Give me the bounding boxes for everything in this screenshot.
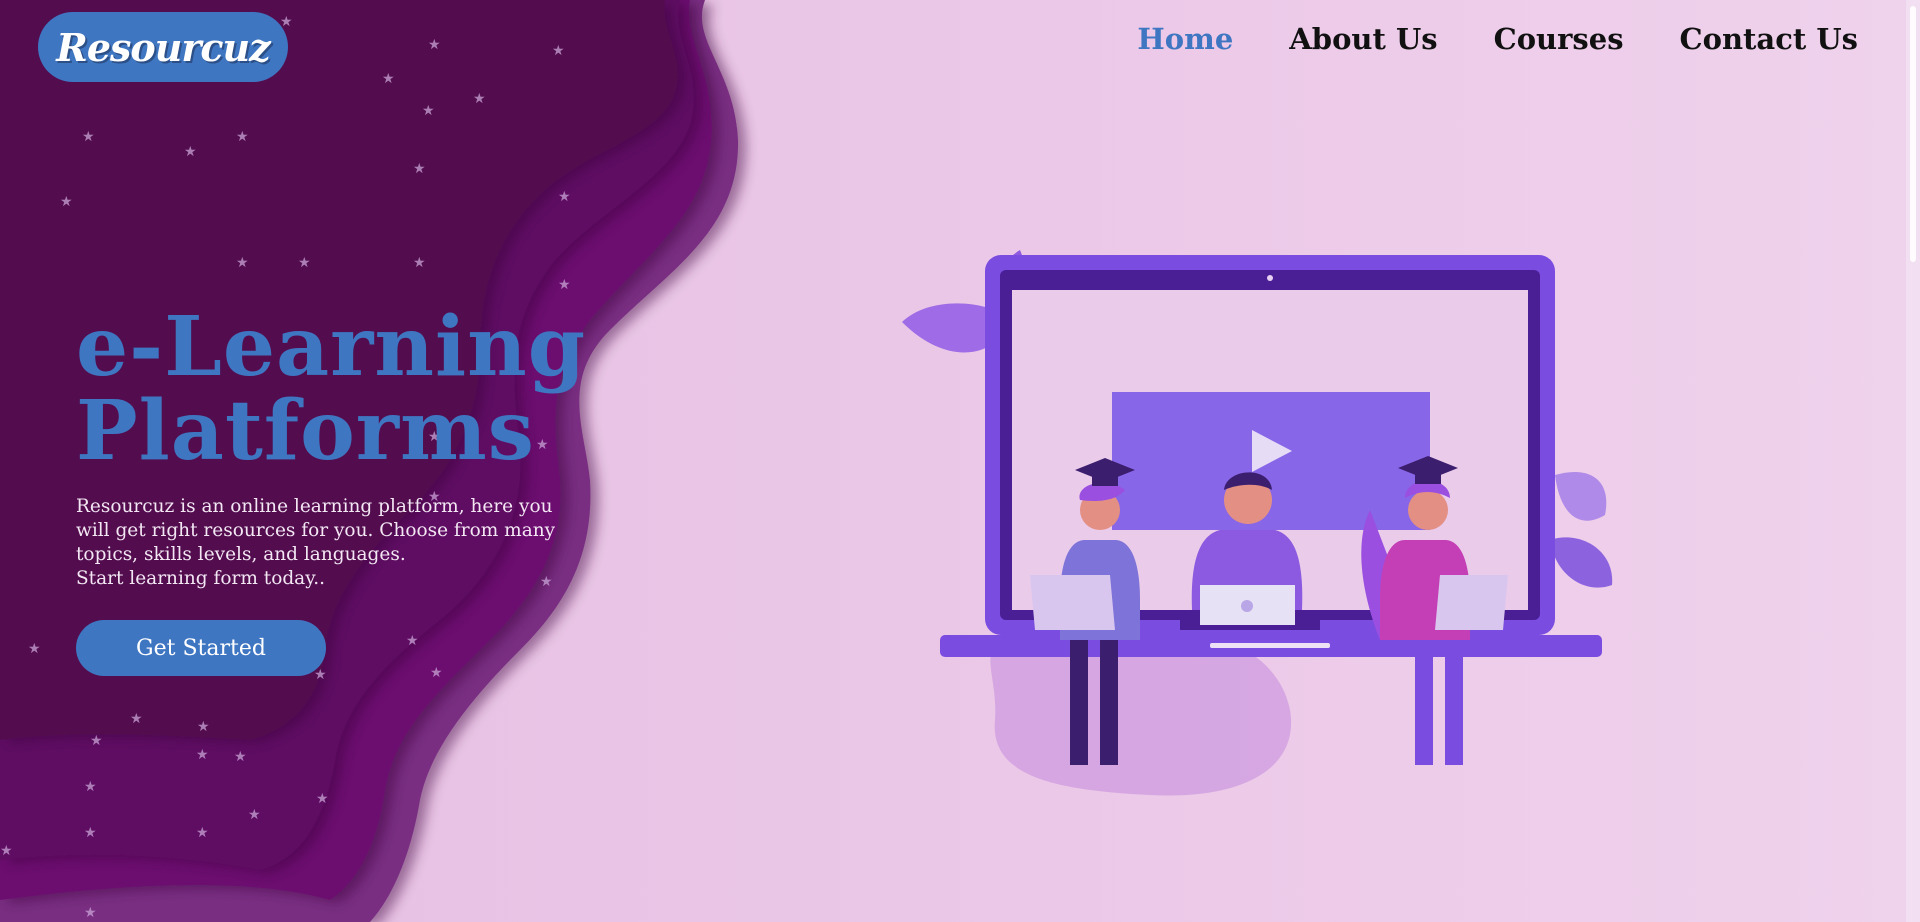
nav-item-courses[interactable]: Courses xyxy=(1494,22,1624,56)
brand-logo[interactable]: Resourcuz xyxy=(38,12,288,82)
main-nav: Home About Us Courses Contact Us xyxy=(1137,22,1858,56)
e-learning-illustration xyxy=(902,250,1613,796)
hero-description-line: topics, skills levels, and languages. xyxy=(76,544,406,565)
page-scrollbar[interactable] xyxy=(1906,0,1920,922)
leaf-right xyxy=(1550,471,1613,588)
nav-item-contact-us[interactable]: Contact Us xyxy=(1680,22,1858,56)
hero-description-line: will get right resources for you. Choose… xyxy=(76,520,556,541)
scrollbar-thumb[interactable] xyxy=(1910,6,1916,262)
hero-title: e-Learning Platforms xyxy=(76,305,596,473)
get-started-button[interactable]: Get Started xyxy=(76,620,326,676)
hero-description: Resourcuz is an online learning platform… xyxy=(76,495,596,591)
hero-title-line-1: e-Learning xyxy=(76,299,587,395)
hero-title-line-2: Platforms xyxy=(76,383,535,479)
hero-section: e-Learning Platforms Resourcuz is an onl… xyxy=(76,305,596,591)
nav-item-about-us[interactable]: About Us xyxy=(1289,22,1437,56)
nav-item-home[interactable]: Home xyxy=(1137,22,1233,56)
hero-description-line: Start learning form today.. xyxy=(76,568,325,589)
hero-description-line: Resourcuz is an online learning platform… xyxy=(76,496,553,517)
